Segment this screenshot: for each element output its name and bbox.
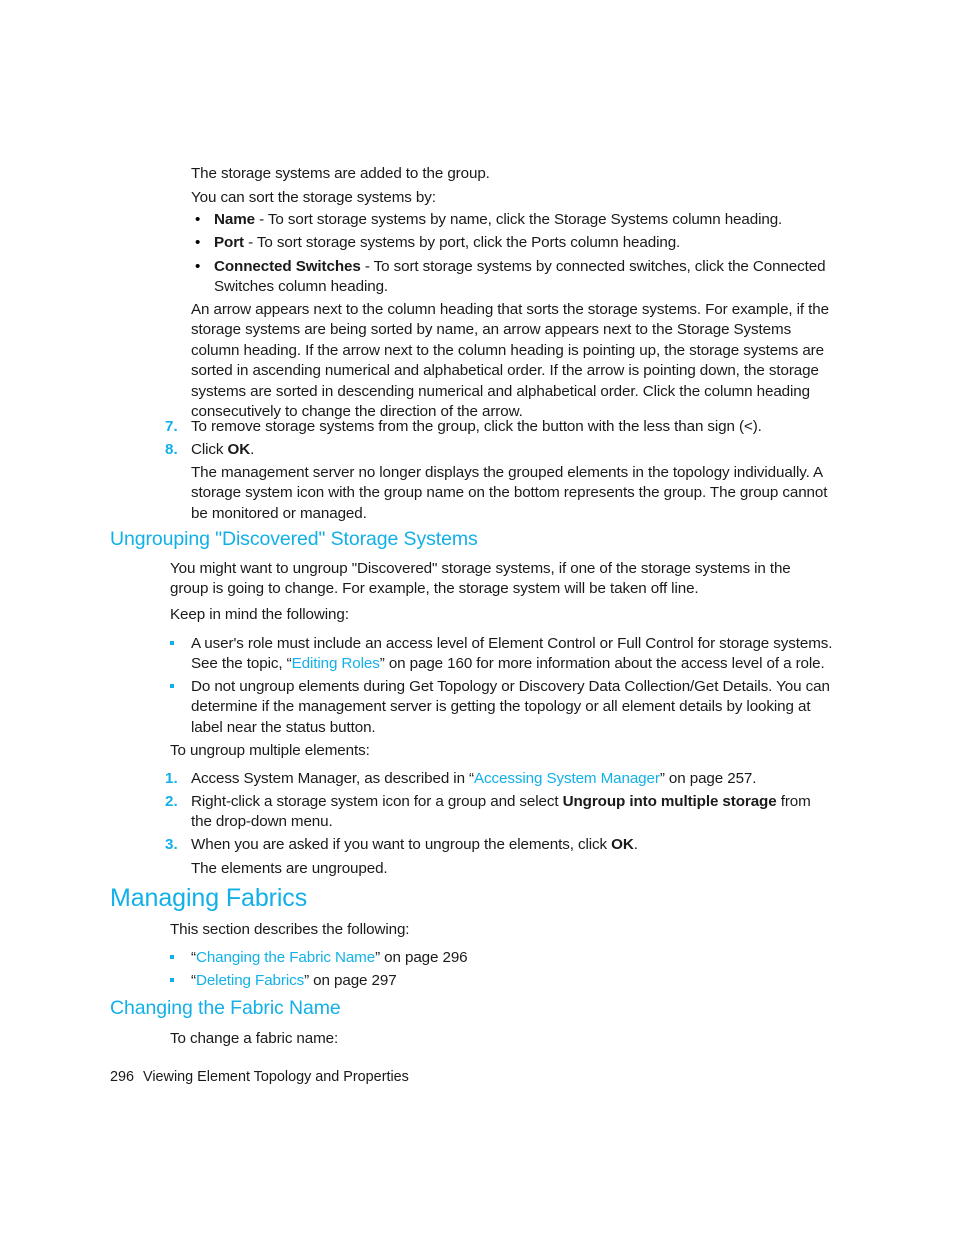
link-editing-roles[interactable]: Editing Roles (292, 655, 380, 672)
step1-text-after: ” on page 257. (659, 770, 757, 787)
list-item-changing-fabric-name: “Changing the Fabric Name” on page 296 (191, 948, 831, 968)
bullet-square-changing-fabric-name (170, 955, 174, 959)
role-access-text-after: ” on page 160 for more information about… (379, 655, 825, 673)
paragraph-to-ungroup-multiple: To ungroup multiple elements: (170, 742, 370, 759)
sort-sep-name: - (254, 211, 268, 228)
paragraph-elements-ungrouped: The elements are ungrouped. (191, 860, 388, 877)
list-marker-7: 7. (165, 418, 178, 435)
bullet-square-do-not-ungroup (170, 684, 174, 688)
list-marker-1: 1. (165, 770, 178, 787)
step1-text-before: Access System Manager, as described in “ (191, 770, 474, 787)
fabric-link-1-after: ” on page 297 (304, 972, 397, 989)
step3-text-after: . (633, 836, 638, 853)
footer-chapter-title: Viewing Element Topology and Properties (143, 1069, 409, 1085)
heading-managing-fabrics: Managing Fabrics (110, 884, 308, 912)
heading-changing-the-fabric-name: Changing the Fabric Name (110, 997, 341, 1019)
bullet-dot-connected-switches: • (195, 258, 201, 275)
list-item-deleting-fabrics: “Deleting Fabrics” on page 297 (191, 971, 831, 991)
step3-bold-ok: OK (611, 836, 634, 853)
footer-page-number: 296 (110, 1069, 135, 1085)
document-page: The storage systems are added to the gro… (0, 0, 954, 1235)
list-item-ungroup-step-2: Right-click a storage system icon for a … (191, 792, 831, 833)
paragraph-sort-intro: You can sort the storage systems by: (191, 189, 436, 206)
paragraph-management-server: The management server no longer displays… (191, 464, 828, 522)
paragraph-arrow-behavior: An arrow appears next to the column head… (191, 301, 829, 421)
list-item-ungroup-step-3: When you are asked if you want to ungrou… (191, 835, 841, 855)
sort-term-connected-switches: Connected Switches (214, 258, 361, 275)
fabric-link-0-after: ” on page 296 (375, 949, 468, 966)
list-marker-3: 3. (165, 836, 178, 853)
sort-term-port: Port (214, 234, 244, 251)
paragraph-section-describes: This section describes the following: (170, 921, 410, 938)
sort-desc-port: To sort storage systems by port, click t… (256, 234, 681, 251)
bullet-dot-name: • (195, 211, 201, 228)
list-marker-2: 2. (165, 793, 178, 810)
list-item-step-7: To remove storage systems from the group… (191, 418, 762, 435)
step8-text-before: Click (191, 441, 228, 458)
link-accessing-system-manager[interactable]: Accessing System Manager (474, 770, 660, 787)
paragraph-keep-in-mind: Keep in mind the following: (170, 606, 349, 623)
sort-sep-port: - (243, 234, 257, 251)
list-item-sort-connected-switches: Connected Switches - To sort storage sys… (214, 257, 834, 298)
heading-ungrouping-discovered-storage-systems: Ungrouping "Discovered" Storage Systems (110, 528, 478, 550)
list-item-step-8: Click OK. (191, 440, 841, 460)
sort-sep-connected-switches: - (360, 258, 374, 275)
list-item-sort-port: Port - To sort storage systems by port, … (214, 233, 834, 253)
list-item-do-not-ungroup: Do not ungroup elements during Get Topol… (191, 678, 830, 736)
step8-text-after: . (250, 441, 255, 458)
paragraph-to-change-fabric-name: To change a fabric name: (170, 1030, 339, 1047)
link-changing-the-fabric-name[interactable]: Changing the Fabric Name (196, 949, 375, 966)
list-item-ungroup-step-1: Access System Manager, as described in “… (191, 769, 841, 789)
bullet-square-deleting-fabrics (170, 978, 174, 982)
list-item-sort-name: Name - To sort storage systems by name, … (214, 210, 834, 230)
bullet-square-role-access (170, 641, 174, 645)
sort-term-name: Name (214, 211, 255, 228)
paragraph-storage-added: The storage systems are added to the gro… (191, 165, 490, 182)
list-marker-8: 8. (165, 441, 178, 458)
step8-bold-ok: OK (227, 441, 251, 458)
sort-desc-name: To sort storage systems by name, click t… (267, 211, 783, 228)
step2-bold-menu-item: Ungroup into multiple storage (562, 793, 777, 810)
bullet-dot-port: • (195, 234, 201, 251)
link-deleting-fabrics[interactable]: Deleting Fabrics (196, 972, 304, 989)
paragraph-ungroup-intro: You might want to ungroup "Discovered" s… (170, 560, 791, 598)
step3-text-before: When you are asked if you want to ungrou… (191, 836, 612, 853)
page-footer: 296 Viewing Element Topology and Properti… (110, 1068, 810, 1087)
step2-text-before: Right-click a storage system icon for a … (191, 793, 563, 810)
list-item-role-access: A user's role must include an access lev… (191, 634, 834, 675)
